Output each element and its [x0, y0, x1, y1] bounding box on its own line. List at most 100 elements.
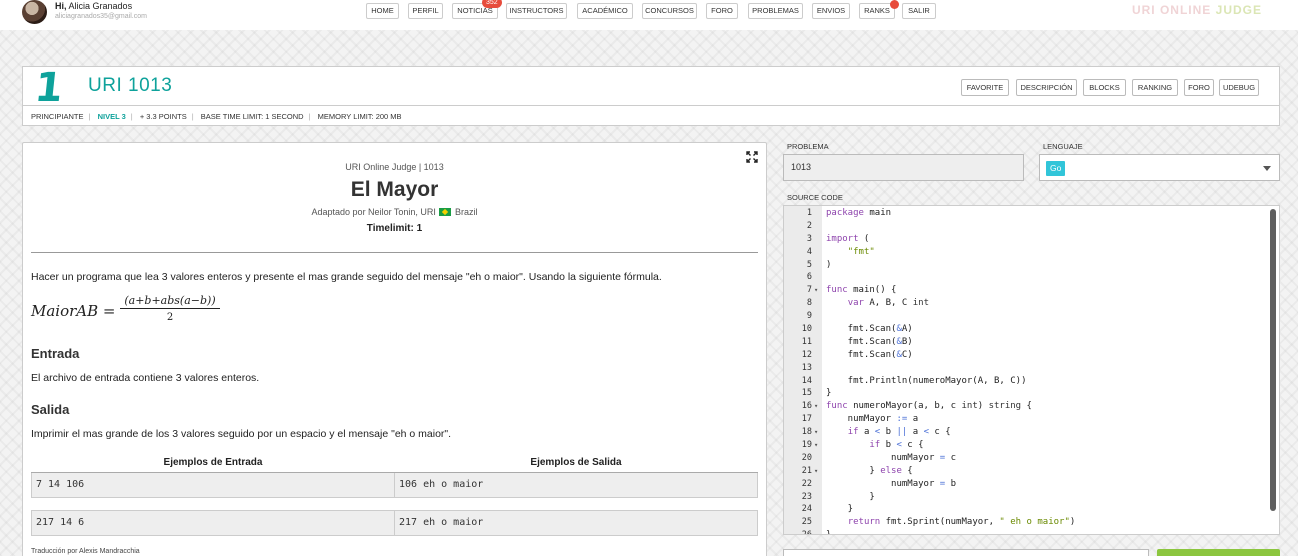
- table-row: 7 14 106 106 eh o maior: [31, 471, 758, 498]
- code-line[interactable]: 2: [784, 220, 1279, 233]
- blocks-button[interactable]: BLOCKS: [1083, 79, 1126, 96]
- problem-header: 1 URI 1013 FAVORITE DESCRIPCIÓN BLOCKS R…: [22, 65, 1280, 126]
- line-number: 17: [801, 414, 812, 425]
- fold-arrow-icon[interactable]: ▾: [814, 439, 818, 452]
- translation-credit: Traducción por Alexis Mandracchia: [31, 548, 140, 555]
- code-line[interactable]: 26}: [784, 529, 1279, 534]
- line-number: 10: [801, 324, 812, 335]
- time-limit-label: BASE TIME LIMIT: 1 SECOND: [200, 112, 304, 121]
- submit-button[interactable]: [1157, 549, 1280, 556]
- line-number: 1: [806, 208, 812, 218]
- site-logo-text[interactable]: URI ONLINE JUDGE: [1132, 3, 1262, 17]
- user-email: aliciagranados35@gmail.com: [55, 13, 147, 20]
- language-select[interactable]: Go: [1039, 154, 1280, 181]
- code-line[interactable]: 16 ▾ func numeroMayor(a, b, c int) string …: [784, 400, 1279, 413]
- code-line[interactable]: 23 }: [784, 491, 1279, 504]
- code-line[interactable]: 10 fmt.Scan(&A): [784, 323, 1279, 336]
- code-line[interactable]: 12 fmt.Scan(&C): [784, 349, 1279, 362]
- code-text: import (: [826, 233, 870, 244]
- code-text: if a < b || a < c {: [847, 427, 951, 438]
- code-line[interactable]: 25 return fmt.Sprint(numMayor, " eh o ma…: [784, 516, 1279, 529]
- code-line[interactable]: 14 fmt.Println(numeroMayor(A, B, C)): [784, 375, 1279, 388]
- nav-foro[interactable]: FORO: [706, 3, 738, 19]
- ranking-button[interactable]: RANKING: [1132, 79, 1178, 96]
- forum-button[interactable]: FORO: [1184, 79, 1214, 96]
- line-number: 7: [806, 285, 812, 296]
- line-number: 25: [801, 517, 812, 528]
- category-label: PRINCIPIANTE: [31, 112, 84, 121]
- formula-numerator: (a+b+abs(a−b)): [120, 294, 220, 309]
- code-text: fmt.Println(numeroMayor(A, B, C)): [826, 375, 1027, 386]
- description-button[interactable]: DESCRIPCIÓN: [1016, 79, 1077, 96]
- nav-concursos[interactable]: CONCURSOS: [642, 3, 697, 19]
- top-bar: Hi, Alicia Granados aliciagranados35@gma…: [0, 0, 1298, 30]
- nav-problemas[interactable]: PROBLEMAS: [748, 3, 803, 19]
- nav-home[interactable]: HOME: [366, 3, 399, 19]
- source-code-label: SOURCE CODE: [787, 193, 843, 202]
- divider: [31, 252, 758, 253]
- line-number: 26: [784, 529, 812, 534]
- nav-salir[interactable]: SALIR: [902, 3, 936, 19]
- code-line[interactable]: 22 numMayor = b: [784, 478, 1279, 491]
- nav-academico[interactable]: ACADÉMICO: [577, 3, 633, 19]
- code-text: "fmt": [847, 246, 875, 257]
- nav-instructors[interactable]: INSTRUCTORS: [506, 3, 567, 19]
- code-text: numMayor = c: [826, 452, 957, 463]
- udebug-button[interactable]: UDEBUG: [1219, 79, 1259, 96]
- code-line[interactable]: 18 ▾ if a < b || a < c {: [784, 426, 1279, 439]
- fold-arrow-icon[interactable]: ▾: [814, 426, 818, 439]
- selected-language: Go: [1046, 161, 1066, 176]
- code-line[interactable]: 13: [784, 362, 1279, 375]
- language-field-label: LENGUAJE: [1043, 142, 1083, 151]
- line-number: 14: [801, 375, 812, 386]
- code-text: fmt.Scan(&A): [826, 324, 913, 335]
- code-text: func main() {: [826, 285, 897, 296]
- nav-perfil[interactable]: PERFIL: [408, 3, 443, 19]
- output-section-title: Salida: [31, 402, 70, 417]
- problem-category-logo: 1: [32, 65, 66, 111]
- nav-envios[interactable]: ENVIOS: [812, 3, 850, 19]
- table-row: 217 14 6 217 eh o maior: [31, 509, 758, 536]
- line-number: 3: [806, 233, 812, 244]
- line-number: 5: [806, 259, 812, 270]
- code-line[interactable]: 20 numMayor = c: [784, 452, 1279, 465]
- code-line[interactable]: 21 ▾ } else {: [784, 465, 1279, 478]
- code-line[interactable]: 1 package main: [784, 207, 1279, 220]
- line-number: 21: [801, 465, 812, 476]
- code-line[interactable]: 11 fmt.Scan(&B): [784, 336, 1279, 349]
- problem-source: URI Online Judge | 1013: [345, 162, 444, 172]
- code-line[interactable]: 19 ▾ if b < c {: [784, 439, 1279, 452]
- examples-output-header: Ejemplos de Salida: [394, 453, 758, 473]
- fold-arrow-icon[interactable]: ▾: [814, 400, 818, 413]
- code-line[interactable]: 15}: [784, 387, 1279, 400]
- bottom-input[interactable]: [783, 549, 1149, 556]
- line-number: 8: [806, 298, 812, 309]
- avatar[interactable]: [22, 0, 47, 24]
- editor-scrollbar[interactable]: [1270, 209, 1276, 511]
- line-number: 16: [801, 401, 812, 412]
- favorite-button[interactable]: FAVORITE: [961, 79, 1009, 96]
- memory-limit-label: MEMORY LIMIT: 200 MB: [317, 112, 402, 121]
- code-line[interactable]: 4 "fmt": [784, 246, 1279, 259]
- fold-arrow-icon[interactable]: ▾: [814, 284, 818, 297]
- code-text: }: [826, 491, 875, 502]
- code-line[interactable]: 7 ▾ func main() {: [784, 284, 1279, 297]
- output-description: Imprimir el mas grande de los 3 valores …: [31, 428, 452, 440]
- problem-id-input[interactable]: 1013: [783, 154, 1024, 181]
- chevron-down-icon: [1263, 166, 1271, 171]
- code-editor[interactable]: 1 package main 2 3 import (4 "fmt" 5) 6 7 ▾ func …: [783, 205, 1280, 535]
- code-line[interactable]: 6: [784, 271, 1279, 284]
- code-line[interactable]: 17 numMayor := a: [784, 413, 1279, 426]
- code-line[interactable]: 8 var A, B, C int: [784, 297, 1279, 310]
- problem-heading: El Mayor: [350, 178, 439, 201]
- code-line[interactable]: 24 }: [784, 503, 1279, 516]
- code-lines[interactable]: 1 package main 2 3 import (4 "fmt" 5) 6 7 ▾ func …: [784, 207, 1279, 534]
- code-line[interactable]: 5): [784, 259, 1279, 272]
- code-line[interactable]: 3 import (: [784, 233, 1279, 246]
- timelimit: Timelimit: 1: [366, 223, 423, 234]
- examples-input-header: Ejemplos de Entrada: [31, 453, 395, 473]
- problem-title: URI 1013: [88, 75, 173, 96]
- fold-arrow-icon[interactable]: ▾: [814, 465, 818, 478]
- code-text: ): [826, 259, 832, 270]
- code-line[interactable]: 9: [784, 310, 1279, 323]
